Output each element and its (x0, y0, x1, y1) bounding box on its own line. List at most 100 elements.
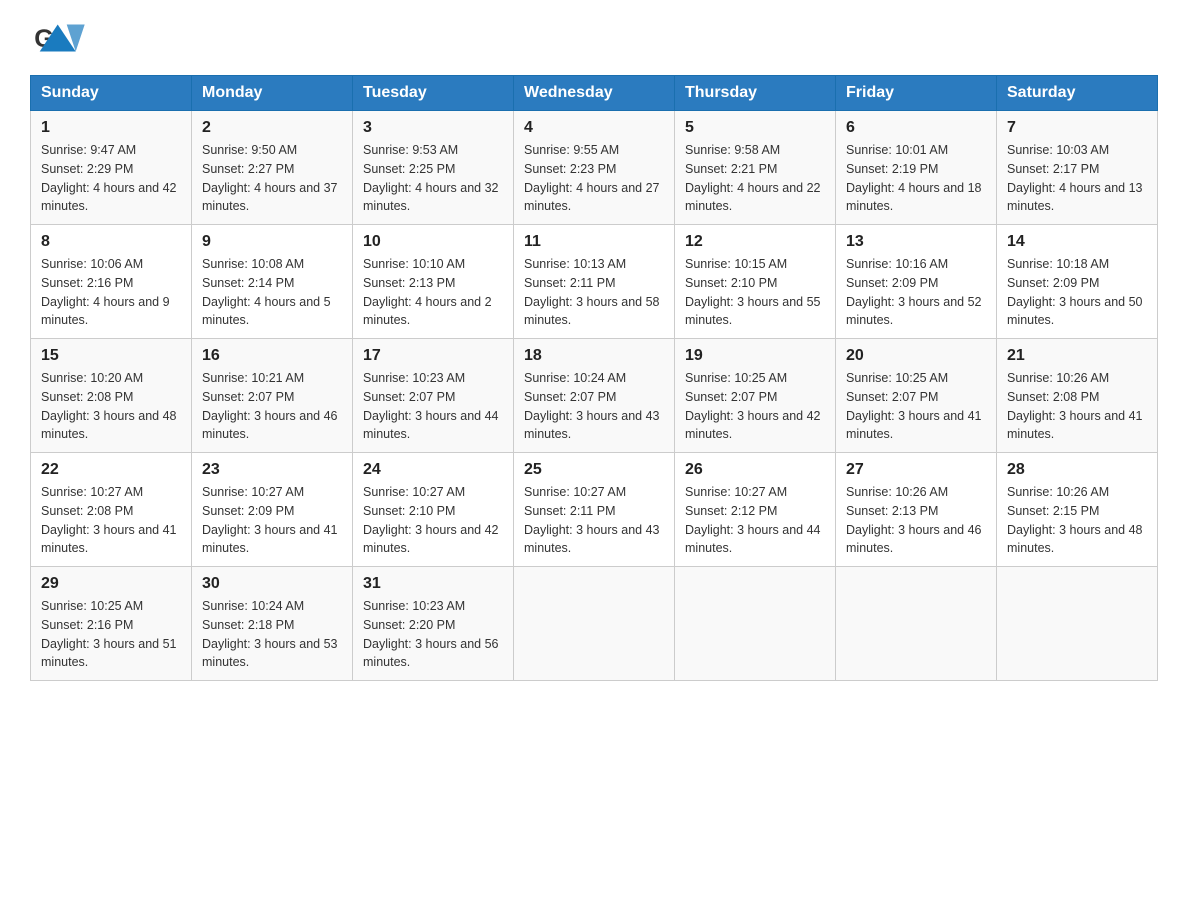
calendar-cell: 2Sunrise: 9:50 AMSunset: 2:27 PMDaylight… (192, 111, 353, 225)
day-info: Sunrise: 10:20 AMSunset: 2:08 PMDaylight… (41, 369, 181, 444)
day-info: Sunrise: 10:01 AMSunset: 2:19 PMDaylight… (846, 141, 986, 216)
logo-icon: G (30, 20, 80, 65)
calendar-cell: 24 Sunrise: 10:27 AMSunset: 2:10 PMDaylig… (353, 453, 514, 567)
day-number: 7 (1007, 119, 1147, 137)
day-number: 16 (202, 347, 342, 365)
calendar-cell: 7 Sunrise: 10:03 AMSunset: 2:17 PMDayligh… (997, 111, 1158, 225)
calendar-cell: 17 Sunrise: 10:23 AMSunset: 2:07 PMDaylig… (353, 339, 514, 453)
day-of-week-header: Friday (836, 76, 997, 111)
day-number: 10 (363, 233, 503, 251)
day-info: Sunrise: 10:03 AMSunset: 2:17 PMDaylight… (1007, 141, 1147, 216)
calendar-week-row: 1 Sunrise: 9:47 AMSunset: 2:29 PMDaylight… (31, 111, 1158, 225)
day-of-week-header: Monday (192, 76, 353, 111)
day-info: Sunrise: 10:25 AMSunset: 2:07 PMDaylight… (685, 369, 825, 444)
calendar-cell: 26 Sunrise: 10:27 AMSunset: 2:12 PMDaylig… (675, 453, 836, 567)
calendar-cell: 25Sunrise: 10:27 AMSunset: 2:11 PMDaylig… (514, 453, 675, 567)
day-info: Sunrise: 9:47 AMSunset: 2:29 PMDaylight:… (41, 141, 181, 216)
calendar-cell (675, 567, 836, 681)
calendar-cell: 29 Sunrise: 10:25 AMSunset: 2:16 PMDaylig… (31, 567, 192, 681)
day-number: 3 (363, 119, 503, 137)
calendar-week-row: 15Sunrise: 10:20 AMSunset: 2:08 PMDaylig… (31, 339, 1158, 453)
calendar-cell: 14 Sunrise: 10:18 AMSunset: 2:09 PMDaylig… (997, 225, 1158, 339)
day-info: Sunrise: 10:24 AMSunset: 2:07 PMDaylight… (524, 369, 664, 444)
calendar-cell: 27 Sunrise: 10:26 AMSunset: 2:13 PMDaylig… (836, 453, 997, 567)
day-number: 23 (202, 461, 342, 479)
calendar-cell: 21 Sunrise: 10:26 AMSunset: 2:08 PMDaylig… (997, 339, 1158, 453)
calendar-cell: 6 Sunrise: 10:01 AMSunset: 2:19 PMDayligh… (836, 111, 997, 225)
day-number: 12 (685, 233, 825, 251)
day-info: Sunrise: 10:13 AMSunset: 2:11 PMDaylight… (524, 255, 664, 330)
day-info: Sunrise: 10:27 AMSunset: 2:09 PMDaylight… (202, 483, 342, 558)
calendar-cell: 16 Sunrise: 10:21 AMSunset: 2:07 PMDaylig… (192, 339, 353, 453)
day-number: 21 (1007, 347, 1147, 365)
day-info: Sunrise: 10:23 AMSunset: 2:20 PMDaylight… (363, 597, 503, 672)
calendar-cell: 31 Sunrise: 10:23 AMSunset: 2:20 PMDaylig… (353, 567, 514, 681)
day-info: Sunrise: 10:25 AMSunset: 2:16 PMDaylight… (41, 597, 181, 672)
day-number: 8 (41, 233, 181, 251)
calendar-cell: 8 Sunrise: 10:06 AMSunset: 2:16 PMDayligh… (31, 225, 192, 339)
calendar-cell: 3 Sunrise: 9:53 AMSunset: 2:25 PMDaylight… (353, 111, 514, 225)
day-info: Sunrise: 10:24 AMSunset: 2:18 PMDaylight… (202, 597, 342, 672)
calendar-cell (836, 567, 997, 681)
calendar-cell: 11 Sunrise: 10:13 AMSunset: 2:11 PMDaylig… (514, 225, 675, 339)
day-info: Sunrise: 10:06 AMSunset: 2:16 PMDaylight… (41, 255, 181, 330)
day-info: Sunrise: 10:25 AMSunset: 2:07 PMDaylight… (846, 369, 986, 444)
day-number: 11 (524, 233, 664, 251)
calendar-cell: 1 Sunrise: 9:47 AMSunset: 2:29 PMDaylight… (31, 111, 192, 225)
day-number: 18 (524, 347, 664, 365)
calendar-cell: 19 Sunrise: 10:25 AMSunset: 2:07 PMDaylig… (675, 339, 836, 453)
day-info: Sunrise: 10:21 AMSunset: 2:07 PMDaylight… (202, 369, 342, 444)
day-info: Sunrise: 10:16 AMSunset: 2:09 PMDaylight… (846, 255, 986, 330)
day-number: 6 (846, 119, 986, 137)
day-of-week-header: Saturday (997, 76, 1158, 111)
calendar-cell: 9 Sunrise: 10:08 AMSunset: 2:14 PMDayligh… (192, 225, 353, 339)
day-number: 31 (363, 575, 503, 593)
day-info: Sunrise: 10:27 AMSunset: 2:12 PMDaylight… (685, 483, 825, 558)
day-info: Sunrise: 10:18 AMSunset: 2:09 PMDaylight… (1007, 255, 1147, 330)
day-info: Sunrise: 10:27 AMSunset: 2:08 PMDaylight… (41, 483, 181, 558)
day-number: 24 (363, 461, 503, 479)
day-info: Sunrise: 10:10 AMSunset: 2:13 PMDaylight… (363, 255, 503, 330)
calendar-cell: 22 Sunrise: 10:27 AMSunset: 2:08 PMDaylig… (31, 453, 192, 567)
day-info: Sunrise: 9:50 AMSunset: 2:27 PMDaylight:… (202, 141, 342, 216)
day-number: 20 (846, 347, 986, 365)
day-number: 30 (202, 575, 342, 593)
day-number: 4 (524, 119, 664, 137)
day-info: Sunrise: 10:26 AMSunset: 2:13 PMDaylight… (846, 483, 986, 558)
day-number: 1 (41, 119, 181, 137)
calendar-cell: 30 Sunrise: 10:24 AMSunset: 2:18 PMDaylig… (192, 567, 353, 681)
page-header: G (30, 20, 1158, 65)
calendar-header: SundayMondayTuesdayWednesdayThursdayFrid… (31, 76, 1158, 111)
calendar-cell: 18 Sunrise: 10:24 AMSunset: 2:07 PMDaylig… (514, 339, 675, 453)
day-of-week-header: Thursday (675, 76, 836, 111)
logo: G (30, 20, 92, 65)
day-number: 9 (202, 233, 342, 251)
calendar-cell: 4Sunrise: 9:55 AMSunset: 2:23 PMDaylight… (514, 111, 675, 225)
day-info: Sunrise: 9:53 AMSunset: 2:25 PMDaylight:… (363, 141, 503, 216)
day-info: Sunrise: 10:27 AMSunset: 2:10 PMDaylight… (363, 483, 503, 558)
day-info: Sunrise: 10:23 AMSunset: 2:07 PMDaylight… (363, 369, 503, 444)
day-of-week-header: Sunday (31, 76, 192, 111)
day-info: Sunrise: 10:08 AMSunset: 2:14 PMDaylight… (202, 255, 342, 330)
day-number: 5 (685, 119, 825, 137)
day-number: 14 (1007, 233, 1147, 251)
calendar-body: 1 Sunrise: 9:47 AMSunset: 2:29 PMDaylight… (31, 111, 1158, 681)
day-number: 26 (685, 461, 825, 479)
calendar-cell: 10 Sunrise: 10:10 AMSunset: 2:13 PMDaylig… (353, 225, 514, 339)
calendar-cell (997, 567, 1158, 681)
day-info: Sunrise: 10:15 AMSunset: 2:10 PMDaylight… (685, 255, 825, 330)
calendar-cell: 13Sunrise: 10:16 AMSunset: 2:09 PMDaylig… (836, 225, 997, 339)
day-info: Sunrise: 10:26 AMSunset: 2:08 PMDaylight… (1007, 369, 1147, 444)
day-number: 27 (846, 461, 986, 479)
calendar-week-row: 22 Sunrise: 10:27 AMSunset: 2:08 PMDaylig… (31, 453, 1158, 567)
day-number: 19 (685, 347, 825, 365)
calendar-cell: 23 Sunrise: 10:27 AMSunset: 2:09 PMDaylig… (192, 453, 353, 567)
calendar-cell: 12 Sunrise: 10:15 AMSunset: 2:10 PMDaylig… (675, 225, 836, 339)
calendar-cell: 15Sunrise: 10:20 AMSunset: 2:08 PMDaylig… (31, 339, 192, 453)
calendar-cell: 28Sunrise: 10:26 AMSunset: 2:15 PMDaylig… (997, 453, 1158, 567)
day-number: 17 (363, 347, 503, 365)
day-number: 22 (41, 461, 181, 479)
calendar-week-row: 29 Sunrise: 10:25 AMSunset: 2:16 PMDaylig… (31, 567, 1158, 681)
day-number: 29 (41, 575, 181, 593)
day-of-week-header: Tuesday (353, 76, 514, 111)
